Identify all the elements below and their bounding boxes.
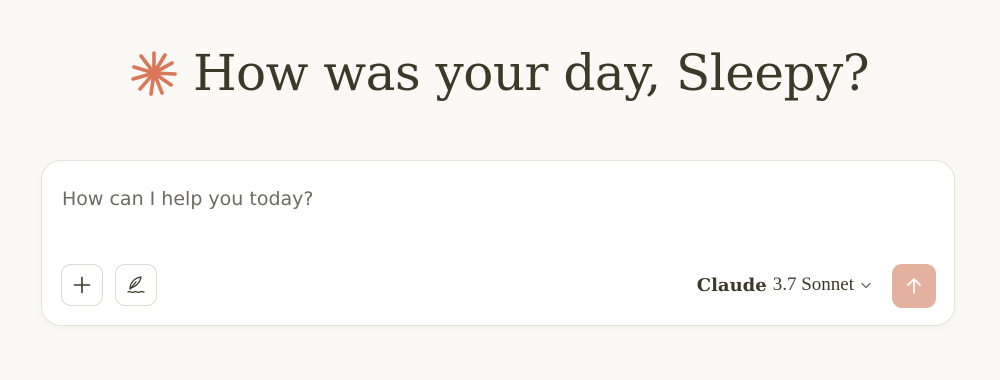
prompt-input[interactable]	[62, 179, 922, 219]
add-content-button[interactable]	[61, 264, 103, 306]
writing-style-button[interactable]	[115, 264, 157, 306]
message-composer: Claude 3.7 Sonnet	[41, 160, 955, 326]
greeting-title: How was your day, Sleepy?	[192, 44, 870, 102]
plus-icon	[73, 276, 91, 294]
model-name: Claude	[696, 274, 767, 296]
arrow-up-icon	[907, 278, 921, 294]
greeting-header: How was your day, Sleepy?	[0, 38, 1000, 108]
chat-home-page: How was your day, Sleepy? Claude	[0, 0, 1000, 380]
send-button[interactable]	[892, 264, 936, 308]
model-selector[interactable]: Claude 3.7 Sonnet	[697, 269, 872, 301]
quill-pen-icon	[127, 276, 145, 294]
model-version: 3.7 Sonnet	[772, 274, 854, 295]
claude-spark-icon	[131, 51, 177, 96]
chevron-down-icon	[861, 282, 871, 289]
